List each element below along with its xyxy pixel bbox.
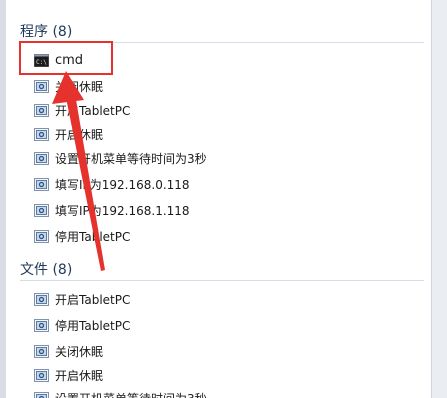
result-item[interactable]: 开启TabletPC — [34, 287, 130, 311]
script-file-icon — [34, 127, 49, 141]
script-file-icon — [34, 292, 49, 306]
result-item[interactable]: 开启休眠 — [34, 122, 103, 146]
result-item[interactable]: 开启休眠 — [34, 363, 103, 387]
result-item-label: 关闭休眠 — [55, 79, 104, 94]
script-file-icon — [34, 103, 49, 117]
result-item[interactable]: 停用TabletPC — [34, 224, 130, 248]
search-results-panel: 程序 (8) C:\ cmd 关闭休眠 开启TabletPC 开启休眠 设置开机… — [6, 0, 432, 398]
result-item[interactable]: 填写IP为192.168.0.118 — [34, 172, 190, 196]
result-item-label: 填写IP为192.168.0.118 — [55, 177, 190, 192]
result-item[interactable]: 关闭休眠 — [34, 339, 103, 363]
result-item-label: 填写IP为192.168.1.118 — [55, 203, 190, 218]
group-title: 文件 (8) — [20, 262, 73, 278]
group-title: 程序 (8) — [20, 24, 73, 40]
result-item[interactable]: 停用TabletPC — [34, 313, 130, 337]
result-item-label: 设置开机菜单等待时间为3秒 — [55, 151, 207, 166]
group-divider — [20, 42, 424, 43]
result-item-label: 开启TabletPC — [55, 292, 131, 307]
result-item-label: 停用TabletPC — [55, 229, 131, 244]
script-file-icon — [34, 79, 49, 93]
result-item[interactable]: 开启TabletPC — [34, 98, 130, 122]
group-header-programs[interactable]: 程序 (8) — [20, 20, 72, 42]
result-item[interactable]: 设置开机菜单等待时间为3秒 — [34, 146, 207, 170]
result-item[interactable]: 关闭休眠 — [34, 74, 103, 98]
result-item-label: 设置开机菜单等待时间为3秒 — [55, 390, 207, 398]
group-header-files[interactable]: 文件 (8) — [20, 258, 72, 280]
result-item-label: 停用TabletPC — [55, 318, 131, 333]
result-item[interactable]: 填写IP为192.168.1.118 — [34, 198, 190, 222]
script-file-icon — [34, 391, 49, 398]
result-item-label: cmd — [55, 52, 84, 68]
script-file-icon — [34, 151, 49, 165]
script-file-icon — [34, 229, 49, 243]
result-item[interactable]: 设置开机菜单等待时间为3秒 — [34, 386, 207, 398]
script-file-icon — [34, 344, 49, 358]
script-file-icon — [34, 318, 49, 332]
script-file-icon — [34, 368, 49, 382]
window-right-border — [432, 0, 447, 398]
result-item-label: 开启休眠 — [55, 368, 104, 383]
group-divider — [20, 280, 424, 281]
result-item-label: 关闭休眠 — [55, 344, 104, 359]
result-item-cmd[interactable]: C:\ cmd — [34, 48, 83, 72]
result-item-label: 开启TabletPC — [55, 103, 131, 118]
script-file-icon — [34, 203, 49, 217]
script-file-icon — [34, 177, 49, 191]
result-item-label: 开启休眠 — [55, 127, 104, 142]
svg-text:C:\: C:\ — [36, 59, 47, 66]
console-icon: C:\ — [34, 53, 49, 67]
